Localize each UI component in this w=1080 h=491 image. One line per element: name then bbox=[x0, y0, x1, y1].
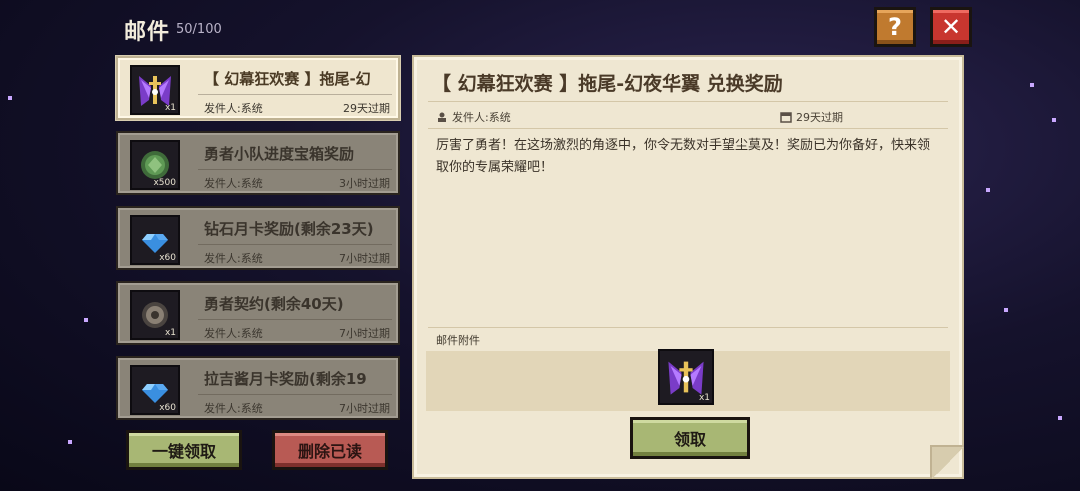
mail-sender: 发件人:系统 bbox=[204, 252, 263, 265]
purple-wings-icon[interactable]: x1 bbox=[658, 349, 714, 405]
mail-sender: 发件人:系统 bbox=[204, 327, 263, 340]
mail-detail-panel: 【 幻幕狂欢赛 】拖尾-幻夜华翼 兑换奖励 发件人:系统 29天过期 厉害了勇者… bbox=[412, 55, 964, 479]
mail-sender: 发件人:系统 bbox=[204, 102, 263, 115]
person-icon bbox=[438, 112, 446, 122]
question-icon: ? bbox=[888, 13, 902, 41]
mail-list-item[interactable]: x500 勇者小队进度宝箱奖励 发件人:系统 3小时过期 bbox=[116, 131, 400, 195]
close-button[interactable]: ✕ bbox=[930, 7, 972, 47]
mail-title: 勇者小队进度宝箱奖励 bbox=[204, 145, 355, 163]
mail-sender: 发件人:系统 bbox=[204, 177, 263, 190]
page-title: 邮件 bbox=[124, 20, 171, 45]
item-quantity: x1 bbox=[698, 393, 710, 403]
item-quantity: x1 bbox=[164, 103, 176, 113]
mail-expiry: 3小时过期 bbox=[339, 177, 390, 190]
diamond-icon: x60 bbox=[130, 215, 180, 265]
mail-title: 钻石月卡奖励(剩余23天) bbox=[204, 220, 374, 238]
item-quantity: x60 bbox=[159, 253, 176, 263]
star-decoration bbox=[1030, 83, 1034, 87]
mail-list-item[interactable]: x60 钻石月卡奖励(剩余23天) 发件人:系统 7小时过期 bbox=[116, 206, 400, 270]
mail-expiry: 7小时过期 bbox=[339, 402, 390, 415]
mail-body: 厉害了勇者！在这场激烈的角逐中，你令无数对手望尘莫及！奖励已为你备好，快来领取你… bbox=[436, 138, 931, 175]
mail-expiry: 7小时过期 bbox=[339, 252, 390, 265]
close-icon: ✕ bbox=[940, 13, 962, 41]
star-decoration bbox=[8, 96, 12, 100]
item-quantity: x60 bbox=[159, 403, 176, 413]
calendar-icon bbox=[780, 112, 792, 123]
page-fold-decoration bbox=[930, 445, 964, 479]
mail-title: 【 幻幕狂欢赛 】拖尾-幻 bbox=[204, 70, 371, 88]
diamond-icon: x60 bbox=[130, 365, 180, 415]
star-decoration bbox=[68, 440, 72, 444]
star-decoration bbox=[84, 318, 88, 322]
star-decoration bbox=[1052, 118, 1056, 122]
detail-sender-text: 发件人:系统 bbox=[452, 111, 511, 124]
contract-coin-icon: x1 bbox=[130, 290, 180, 340]
star-decoration bbox=[1058, 416, 1062, 420]
purple-wings-icon: x1 bbox=[130, 65, 180, 115]
mail-list-item[interactable]: x1 【 幻幕狂欢赛 】拖尾-幻 发件人:系统 29天过期 bbox=[116, 56, 400, 120]
claim-button[interactable]: 领取 bbox=[630, 417, 750, 459]
mail-title: 勇者契约(剩余40天) bbox=[204, 295, 344, 313]
mail-expiry: 29天过期 bbox=[343, 102, 390, 115]
divider bbox=[198, 94, 392, 95]
star-decoration bbox=[986, 188, 990, 192]
divider bbox=[428, 101, 948, 102]
mail-count: 50/100 bbox=[176, 22, 222, 37]
star-decoration bbox=[1004, 308, 1008, 312]
green-coin-icon: x500 bbox=[130, 140, 180, 190]
detail-sender: 发件人:系统 bbox=[436, 109, 511, 125]
attachment-area: x1 bbox=[426, 349, 950, 411]
help-button[interactable]: ? bbox=[874, 7, 916, 47]
mail-sender: 发件人:系统 bbox=[204, 402, 263, 415]
claim-all-button[interactable]: 一键领取 bbox=[126, 430, 242, 470]
mail-list-item[interactable]: x1 勇者契约(剩余40天) 发件人:系统 7小时过期 bbox=[116, 281, 400, 345]
item-quantity: x500 bbox=[153, 178, 176, 188]
mail-list-item[interactable]: x60 拉吉酱月卡奖励(剩余19 发件人:系统 7小时过期 bbox=[116, 356, 400, 420]
item-quantity: x1 bbox=[164, 328, 176, 338]
mail-expiry: 7小时过期 bbox=[339, 327, 390, 340]
detail-expiry: 29天过期 bbox=[780, 109, 843, 125]
divider bbox=[198, 319, 392, 320]
divider bbox=[428, 128, 948, 129]
attachment-label: 邮件附件 bbox=[436, 334, 480, 347]
detail-expiry-text: 29天过期 bbox=[796, 111, 843, 124]
divider bbox=[198, 394, 392, 395]
divider bbox=[428, 327, 948, 328]
divider bbox=[198, 244, 392, 245]
mail-detail-title: 【 幻幕狂欢赛 】拖尾-幻夜华翼 兑换奖励 bbox=[432, 73, 783, 95]
mail-title: 拉吉酱月卡奖励(剩余19 bbox=[204, 370, 367, 388]
delete-read-button[interactable]: 删除已读 bbox=[272, 430, 388, 470]
divider bbox=[198, 169, 392, 170]
